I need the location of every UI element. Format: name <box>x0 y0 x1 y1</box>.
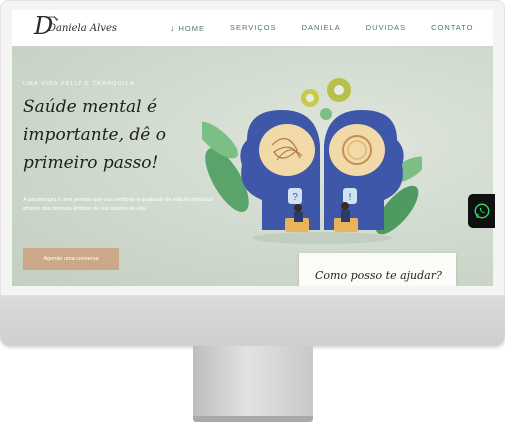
nav-item-contato[interactable]: CONTATO <box>431 23 473 33</box>
monitor-stand-base <box>193 416 313 422</box>
logo-leaf-icon <box>45 15 59 22</box>
schedule-button[interactable]: Agende uma conversa <box>23 248 119 270</box>
monitor-chin <box>0 296 505 346</box>
monitor-stand <box>193 346 313 418</box>
nav-item-label: HOME <box>178 24 205 33</box>
therapy-illustration: ? ! <box>202 78 422 244</box>
website-screen: D Daniela Alves ↓ HOME SERVIÇOS DANIELA D… <box>12 10 493 286</box>
nav-item-daniela[interactable]: DANIELA <box>302 23 341 33</box>
svg-text:!: ! <box>349 192 352 203</box>
nav-item-duvidas[interactable]: DUVIDAS <box>366 23 406 33</box>
whatsapp-icon <box>474 203 489 219</box>
help-card: Como posso te ajudar? <box>299 253 456 286</box>
hero-title: Saúde mental é importante, dê o primeiro… <box>23 97 166 173</box>
hero-overline: UMA VIDA FELIZ E TRANQUILA <box>23 81 135 87</box>
svg-text:?: ? <box>292 192 298 203</box>
site-header: D Daniela Alves ↓ HOME SERVIÇOS DANIELA D… <box>12 10 493 46</box>
nav-item-servicos[interactable]: SERVIÇOS <box>230 23 277 33</box>
hero-description: A psicoterapia é uma jornada que visa me… <box>23 197 213 212</box>
main-nav: ↓ HOME SERVIÇOS DANIELA DUVIDAS CONTATO <box>170 23 493 33</box>
help-card-title: Como posso te ajudar? <box>315 269 442 282</box>
hero-section: UMA VIDA FELIZ E TRANQUILA Saúde mental … <box>12 46 493 286</box>
whatsapp-button[interactable] <box>468 194 495 228</box>
monitor-frame: D Daniela Alves ↓ HOME SERVIÇOS DANIELA D… <box>0 0 505 346</box>
site-logo[interactable]: D Daniela Alves <box>24 14 117 42</box>
arrow-down-icon: ↓ <box>170 23 176 33</box>
nav-item-home[interactable]: ↓ HOME <box>170 23 205 33</box>
